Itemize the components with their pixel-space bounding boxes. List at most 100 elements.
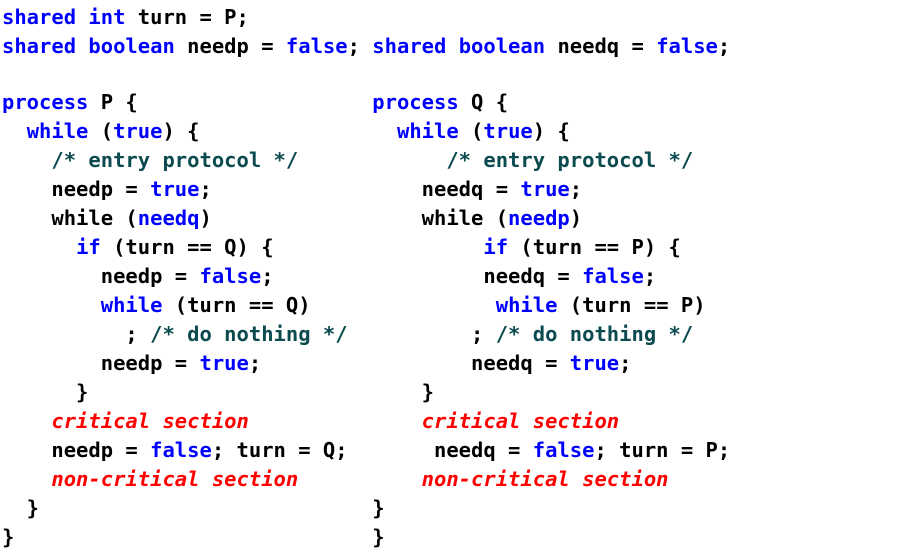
code-token-plain: ;: [643, 264, 657, 288]
code-token-plain: turn = P;: [137, 5, 249, 29]
code-token-plain: ;: [199, 177, 212, 201]
code-token-keyword: process: [372, 90, 472, 114]
line-process-heads: process P { process Q {: [2, 88, 508, 117]
code-token-literal: true: [483, 119, 533, 143]
code-token-plain: ;: [347, 34, 373, 58]
code-token-keyword: shared boolean: [2, 34, 188, 58]
code-token-literal: false: [199, 264, 262, 288]
code-token-comment: /* entry protocol */: [446, 148, 694, 172]
code-token-plain: ): [199, 206, 212, 230]
line-shared-turn: shared int turn = P;: [2, 3, 249, 32]
code-token-comment: /* entry protocol */: [51, 148, 299, 172]
line-shared-needp-needq: shared boolean needp = false; shared boo…: [2, 32, 730, 61]
code-token-comment: /* do nothing */: [150, 322, 348, 346]
code-token-keyword: if: [483, 235, 509, 259]
line-while-need: while (needq) while (needp): [2, 204, 582, 233]
code-token-section: critical section: [51, 409, 249, 433]
line-blank-1: [2, 61, 14, 90]
code-token-plain: needq =: [372, 351, 570, 375]
code-token-plain: ;: [248, 351, 262, 375]
code-token-variable: needq: [137, 206, 200, 230]
code-token-keyword: shared boolean: [372, 34, 558, 58]
code-token-plain: needp =: [2, 177, 151, 201]
code-listing: shared int turn = P; shared boolean needp…: [0, 0, 911, 554]
code-token-plain: ;: [717, 34, 731, 58]
code-token-section: critical section: [421, 409, 620, 433]
line-need-true-1: needp = true; needq = true;: [2, 175, 582, 204]
code-token-literal: true: [569, 351, 620, 375]
code-token-keyword: while: [26, 119, 89, 143]
line-need-true-2: needp = true; needq = true;: [2, 349, 632, 378]
code-token-comment: /* do nothing */: [495, 322, 694, 346]
code-token-plain: needq =: [384, 264, 583, 288]
code-token-literal: false: [150, 438, 212, 462]
code-token-plain: ;: [619, 351, 632, 375]
code-token-plain: needq =: [557, 34, 657, 58]
code-token-plain: while (: [372, 206, 509, 230]
code-token-plain: }: [2, 525, 15, 549]
code-token-plain: ;: [569, 177, 583, 201]
code-token-plain: ; turn = P;: [594, 438, 731, 462]
code-token-plain: }: [2, 380, 89, 404]
code-token-plain: Q {: [471, 90, 509, 114]
code-token-plain: ;: [2, 322, 151, 346]
line-entry-protocol: /* entry protocol */ /* entry protocol *…: [2, 146, 693, 175]
code-token-plain: (: [88, 119, 114, 143]
code-token-section: non-critical section: [421, 467, 669, 491]
code-token-plain: needq =: [384, 438, 533, 462]
code-token-keyword: shared int: [2, 5, 138, 29]
code-token-plain: }: [347, 380, 434, 404]
code-token-plain: }: [347, 496, 385, 520]
code-token-plain: (turn == Q): [162, 293, 311, 317]
code-token-keyword: while: [100, 293, 163, 317]
line-close-while: } }: [2, 494, 385, 523]
code-token-literal: true: [150, 177, 200, 201]
code-token-literal: false: [532, 438, 595, 462]
line-close-process: } }: [2, 523, 385, 552]
code-token-section: non-critical section: [51, 467, 299, 491]
code-token-literal: false: [285, 34, 348, 58]
code-token-plain: ;: [421, 322, 496, 346]
code-token-keyword: process: [2, 90, 101, 114]
code-token-plain: (turn == P) {: [508, 235, 681, 259]
code-token-plain: needp =: [187, 34, 286, 58]
code-token-variable: needp: [508, 206, 570, 230]
line-need-false-inner: needp = false; needq = false;: [2, 262, 656, 291]
code-token-plain: ;: [261, 264, 274, 288]
code-token-plain: needp =: [2, 351, 200, 375]
code-token-literal: true: [520, 177, 570, 201]
line-exit-protocol: needp = false; turn = Q; needq = false; …: [2, 436, 730, 465]
code-token-plain: ): [569, 206, 583, 230]
line-while-turn: while (turn == Q) while (turn == P): [2, 291, 706, 320]
line-do-nothing: ; /* do nothing */ ; /* do nothing */: [2, 320, 693, 349]
code-token-literal: true: [199, 351, 249, 375]
code-token-plain: needp =: [2, 264, 200, 288]
line-while-true: while (true) { while (true) {: [2, 117, 570, 146]
code-token-literal: true: [113, 119, 163, 143]
code-token-plain: (turn == P): [557, 293, 706, 317]
